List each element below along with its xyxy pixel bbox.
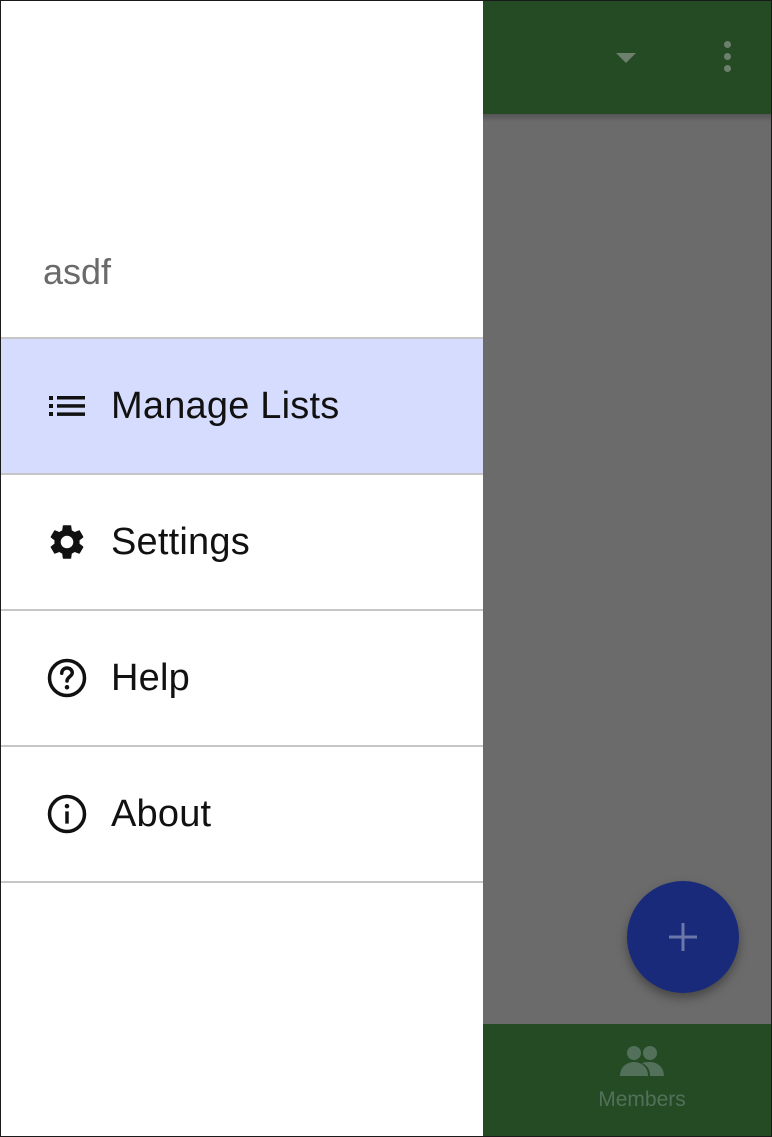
gear-icon: [45, 520, 89, 564]
drawer-item-help[interactable]: Help: [1, 609, 483, 745]
help-circle-icon: [45, 656, 89, 700]
drawer-item-settings[interactable]: Settings: [1, 473, 483, 609]
drawer-item-label: Help: [111, 656, 190, 699]
drawer-item-about[interactable]: About: [1, 745, 483, 881]
divider: [1, 881, 483, 883]
drawer-header: asdf: [1, 1, 483, 338]
drawer-item-label: Settings: [111, 520, 250, 563]
add-fab-button[interactable]: [627, 881, 739, 993]
overflow-menu-icon[interactable]: [720, 41, 734, 79]
group-icon: [620, 1046, 664, 1076]
screen: ling Members asdf: [0, 0, 772, 1137]
drawer-item-manage-lists[interactable]: Manage Lists: [1, 337, 483, 473]
list-icon: [45, 384, 89, 428]
members-tab[interactable]: Members: [587, 1044, 697, 1124]
drawer-item-label: About: [111, 792, 212, 835]
drawer-item-label: Manage Lists: [111, 384, 340, 427]
members-tab-label: Members: [598, 1088, 686, 1111]
info-icon: [45, 792, 89, 836]
dropdown-arrow-icon[interactable]: [616, 53, 636, 63]
account-name: asdf: [43, 251, 112, 292]
plus-icon: [669, 923, 697, 951]
navigation-drawer: asdf Manage Lists Settings Help About: [1, 1, 483, 1136]
